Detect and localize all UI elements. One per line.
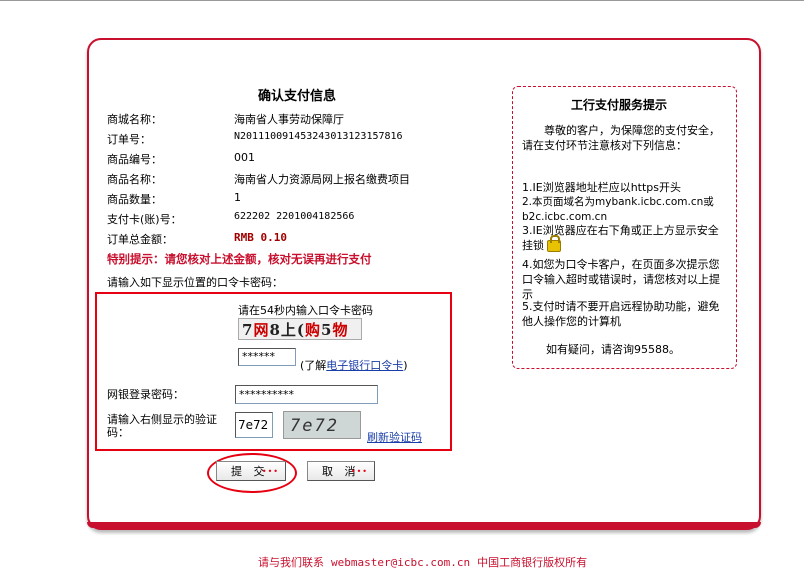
service-contact: 如有疑问，请咨询95588。 (546, 343, 680, 356)
info-label: 订单总金额： (107, 233, 173, 246)
token-password-input[interactable]: ****** (238, 348, 296, 366)
top-divider (0, 0, 804, 1)
verify-captcha-image: 7e72 (283, 411, 361, 439)
info-label: 订单号： (107, 133, 151, 146)
submit-button[interactable]: 提 交 ••• (216, 461, 286, 481)
info-value: 海南省人事劳动保障厅 (234, 113, 344, 126)
card-shadow-bar (87, 522, 761, 528)
footer-contact: 请与我们联系 (258, 556, 324, 569)
login-password-input[interactable]: ********** (235, 385, 378, 404)
info-label: 商城名称： (107, 113, 162, 126)
amount-warning: 特别提示：请您核对上述金额，核对无误再进行支付 (107, 252, 372, 266)
footer-email[interactable]: webmaster@icbc.com.cn (331, 556, 470, 569)
info-value: 622202 2201004182566 (234, 211, 355, 222)
footer: 请与我们联系 webmaster@icbc.com.cn 中国工商银行版权所有 (258, 554, 587, 570)
cancel-button[interactable]: 取 消 ••• (307, 461, 375, 481)
padlock-icon (547, 235, 561, 252)
service-tip-5: 5.支付时请不要开启远程协助功能，避免他人操作您的计算机 (522, 300, 720, 328)
service-tip-4: 4.如您为口令卡客户，在页面多次提示您口令输入超时或错误时，请您核对以上提示 (522, 258, 720, 301)
info-value: 1 (234, 191, 241, 204)
captcha-char: 网 (253, 321, 270, 339)
dots-icon: ••• (350, 467, 368, 476)
captcha-char: ( (296, 321, 305, 339)
service-tip-2: 2.本页面域名为mybank.icbc.com.cn或b2c.icbc.com.… (522, 196, 714, 223)
learn-suffix: ) (403, 359, 408, 372)
info-label: 商品名称： (107, 173, 162, 186)
service-tip-1: 1.IE浏览器地址栏应以https开头 (522, 181, 681, 194)
captcha-char: 物 (332, 321, 349, 339)
learn-prefix: (了解 (300, 359, 327, 372)
captcha-char: 购 (305, 321, 322, 339)
refresh-captcha-link[interactable]: 刷新验证码 (367, 429, 422, 445)
service-tips-title: 工行支付服务提示 (571, 98, 668, 112)
service-tips-intro: 尊敬的客户，为保障您的支付安全，请在支付环节注意核对下列信息： (522, 124, 720, 152)
learn-token-card: (了解电子银行口令卡) (300, 357, 408, 373)
info-value: 海南省人力资源局网上报名缴费项目 (234, 173, 410, 186)
dots-icon: ••• (261, 467, 279, 476)
info-label: 商品数量： (107, 193, 162, 206)
captcha-char: 7 (242, 321, 254, 339)
info-value: N20111009145324301312315781​6 (234, 131, 403, 142)
captcha-char: 5 (321, 321, 333, 339)
info-label: 支付卡(账)号： (107, 213, 182, 226)
total-amount-value: RMB 0.10 (234, 231, 287, 244)
info-label: 商品编号： (107, 153, 162, 166)
token-instruction: 请输入如下显示位置的口令卡密码： (107, 276, 283, 289)
verify-code-input[interactable]: 7e72 (235, 412, 273, 438)
token-card-help-link[interactable]: 电子银行口令卡 (326, 359, 403, 372)
service-tip-3: 3.IE浏览器应在右下角或正上方显示安全挂锁 (522, 223, 722, 253)
page-title: 确认支付信息 (258, 89, 337, 104)
info-value: 001 (234, 151, 255, 164)
login-password-label: 网银登录密码： (107, 388, 184, 401)
footer-copyright: 中国工商银行版权所有 (477, 556, 588, 569)
verify-code-label: 请输入右侧显示的验证码： (107, 413, 217, 439)
token-countdown-prompt: 请在54秒内输入口令卡密码 (238, 304, 373, 317)
captcha-char: 8上 (269, 321, 297, 339)
token-card-position-image: 7网8上(购5物 (238, 318, 362, 340)
